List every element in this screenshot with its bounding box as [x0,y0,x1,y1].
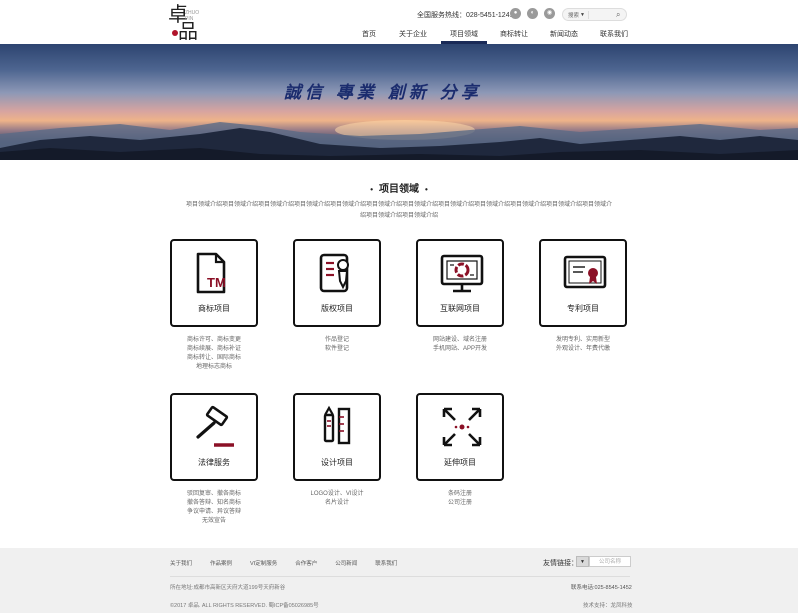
desc-line: 驳回复审、撤各商标 [186,491,241,497]
desc-line: 商标续展、商标补证 [186,346,241,352]
site-logo[interactable]: 卓 ZHUO PIN 品 [168,4,208,42]
desc-line: 网站建设、域名注册 [432,337,487,343]
service-hotline: 全国服务热线：028-5451-1241 [417,12,514,19]
nav-contact[interactable]: 联系我们 [600,29,628,39]
nav-home[interactable]: 首页 [362,29,376,39]
desc-line: 手机网站、APP开发 [432,346,487,352]
service-card-legal[interactable]: 法律服务 [170,393,258,481]
desc-line: 名片设计 [324,500,349,506]
footer-link-clients[interactable]: 合作客户 [295,561,317,567]
title-bullet-right: • [425,185,428,194]
nav-projects[interactable]: 项目领域 [450,29,478,39]
desc-line: 条码注册 [447,491,472,497]
service-label: 商标项目 [198,304,230,313]
footer-links: 关于我们 作品案例 VI定制服务 合作客户 公司新闻 联系我们 [170,559,415,567]
service-label: 延伸项目 [444,458,476,467]
chevron-down-icon: ▼ [580,12,585,18]
search-select[interactable]: 搜索 [568,11,579,19]
service-label: 设计项目 [321,458,353,467]
certificate-icon [563,255,607,289]
service-card-extended[interactable]: 延伸项目 [416,393,504,481]
service-desc-patent: 发明专利、实用新型 外观设计、年费代缴 [523,336,643,354]
footer-link-about[interactable]: 关于我们 [170,561,192,567]
footer-link-news[interactable]: 公司新闻 [335,561,357,567]
service-label: 互联网项目 [440,304,480,313]
banner-slogan: 誠信 專業 創新 分享 [284,83,482,103]
search-icon[interactable]: ⌕ [616,10,620,20]
footer-link-contact[interactable]: 联系我们 [375,561,397,567]
desc-line: 外观设计、年费代缴 [555,346,610,352]
footer-phone: 联系电话:025-8545-1452 [571,585,632,591]
footer-address: 所在地址:成都市高新区天府大道199号天府新谷 [170,585,286,591]
service-card-trademark[interactable]: TM 商标项目 [170,239,258,327]
service-desc-extended: 条码注册 公司注册 [400,490,520,508]
footer-tech-support: 技术支持：龙凤科技 [583,603,633,609]
wechat-icon[interactable]: ◐ [527,8,538,19]
service-card-copyright[interactable]: 版权项目 [293,239,381,327]
service-label: 专利项目 [567,304,599,313]
service-desc-design: LOGO设计、VI设计 名片设计 [277,490,397,508]
site-footer: 关于我们 作品案例 VI定制服务 合作客户 公司新闻 联系我们 友情链接： ▼ 公司名称 … [0,548,798,613]
title-bullet-left: • [370,185,373,194]
desc-line: 软件登记 [324,346,349,352]
user-icon[interactable]: ● [510,8,521,19]
monitor-icon [440,254,484,293]
nav-about[interactable]: 关于企业 [399,29,427,39]
service-label: 版权项目 [321,304,353,313]
expand-icon [442,407,482,447]
service-desc-copyright: 作品登记 软件登记 [277,336,397,354]
desc-line: 作品登记 [324,337,349,343]
friend-links-label: 友情链接： [543,560,578,567]
desc-line: 撤各答辩、知名商标 [186,500,241,506]
footer-link-vi[interactable]: VI定制服务 [250,561,277,567]
gavel-icon [196,405,234,447]
nav-news[interactable]: 新闻动态 [550,29,578,39]
desc-line: 公司注册 [447,500,472,506]
service-card-patent[interactable]: 专利项目 [539,239,627,327]
design-icon [323,405,351,445]
service-card-design[interactable]: 设计项目 [293,393,381,481]
desc-line: 商标许可、商标变更 [186,337,241,343]
desc-line: 地理标志商标 [195,364,232,370]
footer-link-cases[interactable]: 作品案例 [210,561,232,567]
desc-line: LOGO设计、VI设计 [310,491,364,497]
service-desc-trademark: 商标许可、商标变更 商标续展、商标补证 商标转让、国际商标 地理标志商标 [154,336,274,372]
nav-trademark-transfer[interactable]: 商标转让 [500,29,528,39]
hero-banner: 誠信 專業 創新 分享 [0,44,798,160]
section-title-text: 项目领域 [379,184,419,195]
service-desc-internet: 网站建设、域名注册 手机网站、APP开发 [400,336,520,354]
search-divider [588,11,589,19]
desc-line: 发明专利、实用新型 [555,337,610,343]
desc-line: 无效宣告 [201,518,226,524]
desc-line: 争议申请、异议答辩 [186,509,241,515]
site-header: 卓 ZHUO PIN 品 全国服务热线：028-5451-1241 ● ◐ ◉ … [0,0,798,44]
desc-line: 商标转让、国际商标 [186,355,241,361]
section-intro: 项目领域介绍项目领域介绍项目领域介绍项目领域介绍项目领域介绍项目领域介绍项目领域… [185,202,612,219]
footer-copyright: ©2017 卓品. ALL RIGHTS RESERVED. 蜀ICP备0502… [170,603,319,609]
service-card-internet[interactable]: 互联网项目 [416,239,504,327]
copyright-icon [319,253,349,293]
chevron-down-icon[interactable]: ▼ [576,556,589,567]
service-desc-legal: 驳回复审、撤各商标 撤各答辩、知名商标 争议申请、异议答辩 无效宣告 [154,490,274,526]
svg-text:TM: TM [207,275,226,290]
weibo-icon[interactable]: ◉ [544,8,555,19]
section-title: • 项目领域 • [0,180,798,195]
search-box[interactable]: 搜索 ▼ ⌕ [562,8,627,21]
friend-links-select[interactable]: 公司名称 [589,556,631,567]
service-label: 法律服务 [198,458,230,467]
trademark-icon: TM [196,252,226,294]
logo-char-2: 品 [178,19,198,43]
footer-divider [170,576,630,577]
